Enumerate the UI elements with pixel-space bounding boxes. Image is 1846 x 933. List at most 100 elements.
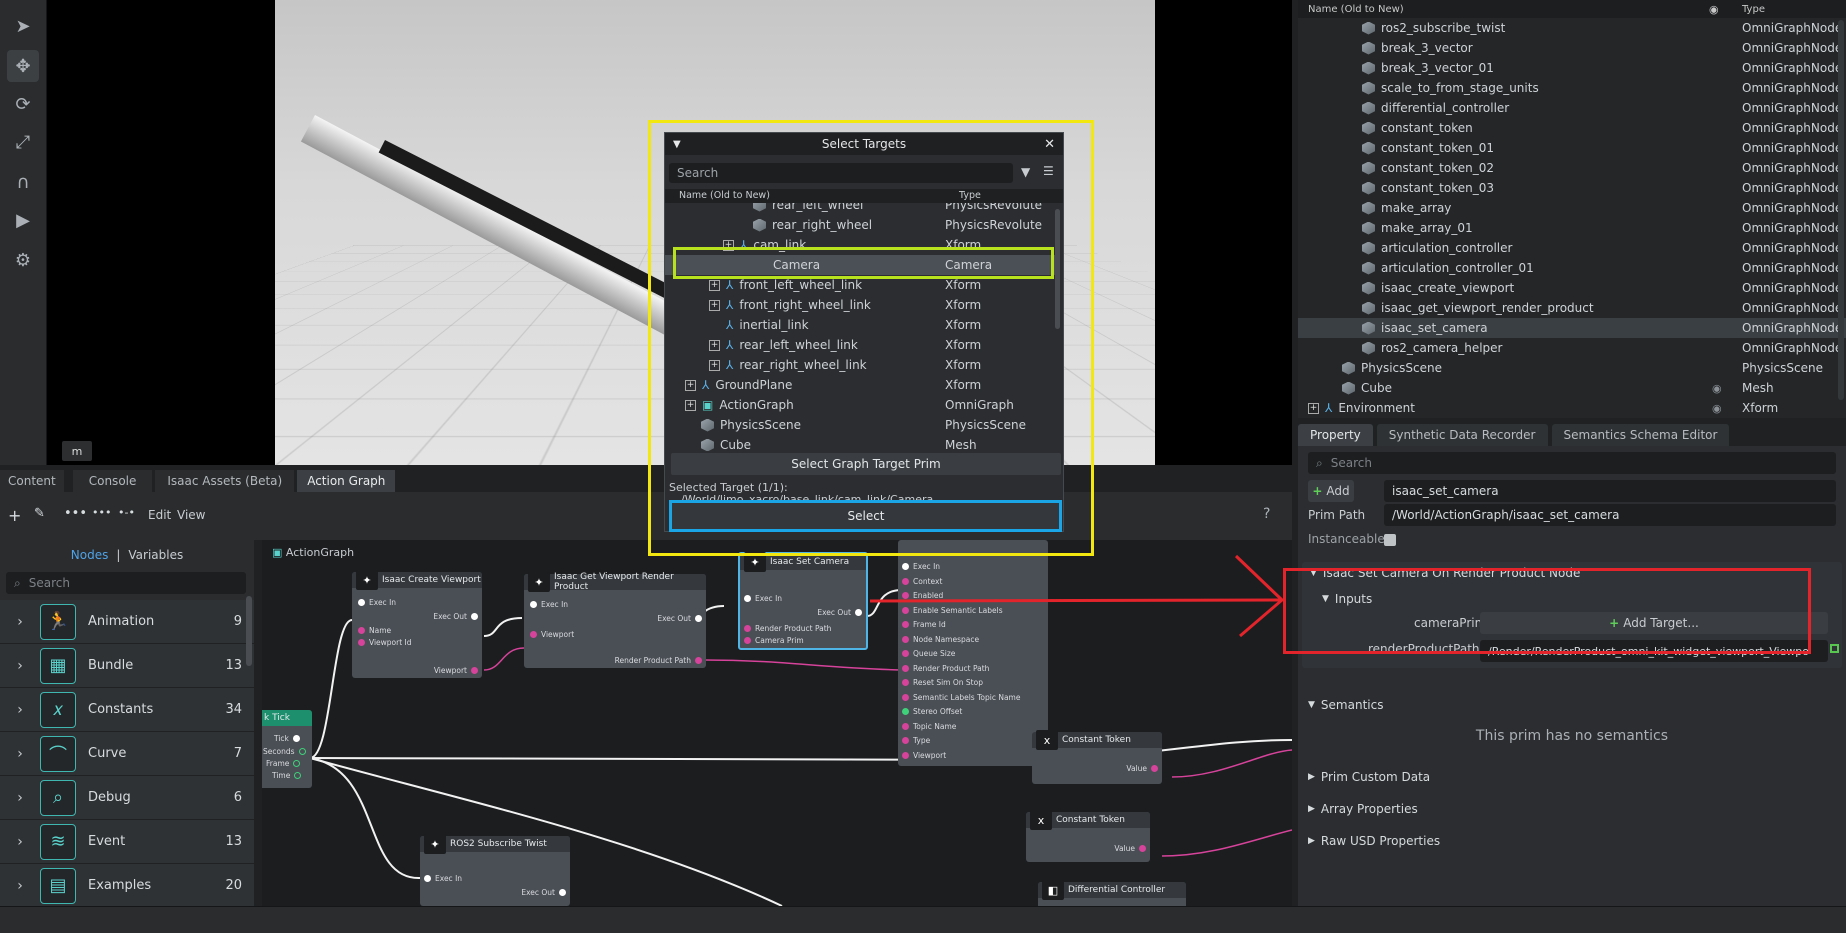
category-examples[interactable]: › ▤ Examples 20 <box>0 864 254 908</box>
connect-icon[interactable]: •-• <box>118 506 135 519</box>
expand-icon[interactable]: + <box>685 399 696 411</box>
tab-content[interactable]: Content <box>0 470 64 492</box>
play-icon[interactable]: ▶ <box>7 204 39 236</box>
stage-row[interactable]: isaac_get_viewport_render_product OmniGra… <box>1298 298 1846 318</box>
stage-row[interactable]: + ⅄ Environment ◉ Xform <box>1298 398 1846 418</box>
data-pin[interactable] <box>294 772 302 779</box>
data-pin[interactable] <box>358 627 365 634</box>
dialog-row[interactable]: + ⅄ front_left_wheel_link Xform <box>665 275 1055 295</box>
prim-name-field[interactable]: isaac_set_camera <box>1384 480 1836 502</box>
chevron-right-icon[interactable]: › <box>0 790 40 806</box>
isaac-get-viewport-render-product-node[interactable]: ✦ Isaac Get Viewport Render Product Exec … <box>524 572 706 668</box>
eye-icon[interactable]: ◉ <box>1712 402 1722 415</box>
render-product-field[interactable]: /Render/RenderProduct_omni_kit_widget_vi… <box>1480 640 1828 662</box>
options-icon[interactable]: ☰ <box>1043 164 1054 178</box>
help-icon[interactable]: ? <box>1263 506 1270 522</box>
chevron-right-icon[interactable]: › <box>0 702 40 718</box>
data-pin[interactable] <box>902 606 909 614</box>
exec-pin[interactable] <box>358 599 365 606</box>
property-search[interactable]: ⌕ Search <box>1308 452 1836 474</box>
stage-row[interactable]: constant_token_03 OmniGraphNode <box>1298 178 1846 198</box>
stage-header-name[interactable]: Name (Old to New) <box>1308 4 1404 15</box>
variables-tab[interactable]: Variables <box>128 548 183 562</box>
expand-icon[interactable]: + <box>709 339 720 351</box>
ros2-camera-helper-node[interactable]: Exec In Context Enabled Enable Semantic Lab… <box>898 540 1048 766</box>
settings-icon[interactable]: ⚙ <box>7 244 39 276</box>
dialog-row[interactable]: + ⅄ cam_link Xform <box>665 235 1055 255</box>
collapse-icon[interactable]: ▼ <box>673 139 681 150</box>
tab-synthetic-data-recorder[interactable]: Synthetic Data Recorder <box>1376 424 1548 446</box>
view-menu[interactable]: View <box>177 508 205 522</box>
stage-row[interactable]: differential_controller OmniGraphNode <box>1298 98 1846 118</box>
dialog-row[interactable]: rear_right_wheel PhysicsRevolute <box>665 215 1055 235</box>
stage-scrollbar[interactable] <box>1838 20 1844 400</box>
data-pin[interactable] <box>902 708 909 715</box>
node-section-header[interactable]: ▼ Isaac Set Camera On Render Product Node <box>1302 562 1842 584</box>
stage-row[interactable]: constant_token_02 OmniGraphNode <box>1298 158 1846 178</box>
prim-path-field[interactable]: /World/ActionGraph/isaac_set_camera <box>1384 504 1836 526</box>
stage-row[interactable]: break_3_vector OmniGraphNode <box>1298 38 1846 58</box>
node-list-scrollbar[interactable] <box>246 596 252 666</box>
chevron-right-icon[interactable]: › <box>0 746 40 762</box>
isaac-set-camera-node[interactable]: ✦ Isaac Set Camera Exec In Exec Out Rende… <box>738 552 868 650</box>
select-graph-target-button[interactable]: Select Graph Target Prim <box>671 453 1061 475</box>
category-constants[interactable]: › 𝑥 Constants 34 <box>0 688 254 732</box>
data-pin[interactable] <box>902 722 909 730</box>
dialog-row[interactable]: + ▣ ActionGraph OmniGraph <box>665 395 1055 415</box>
stage-row[interactable]: constant_token OmniGraphNode <box>1298 118 1846 138</box>
stage-header-type[interactable]: Type <box>1742 4 1765 15</box>
tab-property[interactable]: Property <box>1298 424 1373 446</box>
stage-row[interactable]: isaac_set_camera OmniGraphNode <box>1298 318 1846 338</box>
filter-icon[interactable]: ▼ <box>1021 165 1030 179</box>
add-target-button[interactable]: + Add Target... <box>1480 612 1828 634</box>
data-pin[interactable] <box>1151 765 1158 772</box>
chevron-right-icon[interactable]: › <box>0 878 40 894</box>
data-pin[interactable] <box>902 737 909 744</box>
differential-controller-node[interactable]: ◧ Differential Controller <box>1038 880 1186 906</box>
more-icon[interactable]: ••• <box>64 506 87 521</box>
exec-pin[interactable] <box>471 613 478 620</box>
dialog-row-camera[interactable]: Camera Camera <box>665 255 1055 275</box>
layout-icon[interactable]: ••• <box>92 506 111 519</box>
pencil-icon[interactable]: ✎ <box>34 506 45 521</box>
category-curve[interactable]: › ⌒ Curve 7 <box>0 732 254 776</box>
dialog-row[interactable]: rear_left_wheel PhysicsRevolute <box>665 203 1055 215</box>
stage-row[interactable]: scale_to_from_stage_units OmniGraphNode <box>1298 78 1846 98</box>
tab-semantics-schema-editor[interactable]: Semantics Schema Editor <box>1551 424 1730 446</box>
dialog-header-type[interactable]: Type <box>959 190 981 201</box>
data-pin[interactable] <box>902 693 909 701</box>
data-pin[interactable] <box>902 592 909 599</box>
data-pin[interactable] <box>530 631 537 638</box>
action-graph-canvas[interactable]: ▣ ActionGraph k Tick Tick a Seconds Fram… <box>262 540 1292 906</box>
data-pin[interactable] <box>902 635 909 643</box>
move-icon[interactable]: ✥ <box>7 50 39 82</box>
add-button[interactable]: + Add <box>1308 480 1354 502</box>
prim-custom-data-header[interactable]: ▶ Prim Custom Data <box>1308 766 1430 788</box>
close-icon[interactable]: ✕ <box>1044 137 1055 152</box>
expand-icon[interactable]: + <box>685 379 696 391</box>
constant-token-node[interactable]: x Constant Token Value <box>1032 730 1162 784</box>
data-pin[interactable] <box>695 657 702 664</box>
nodes-tab[interactable]: Nodes <box>71 548 109 562</box>
scale-icon[interactable]: ⤢ <box>7 126 39 158</box>
instanceable-checkbox[interactable] <box>1384 534 1396 546</box>
stage-row[interactable]: PhysicsScene PhysicsScene <box>1298 358 1846 378</box>
stage-row[interactable]: isaac_create_viewport OmniGraphNode <box>1298 278 1846 298</box>
data-pin[interactable] <box>902 577 909 585</box>
dialog-search[interactable]: Search <box>669 163 1013 183</box>
data-pin[interactable] <box>902 751 909 759</box>
array-properties-header[interactable]: ▶ Array Properties <box>1308 798 1418 820</box>
ros2-subscribe-twist-node[interactable]: ✦ ROS2 Subscribe Twist Exec In Exec Out <box>420 834 570 906</box>
dialog-row[interactable]: + ⅄ rear_left_wheel_link Xform <box>665 335 1055 355</box>
data-pin[interactable] <box>902 621 909 628</box>
data-pin[interactable] <box>744 637 751 644</box>
eye-icon[interactable]: ◉ <box>1712 382 1722 395</box>
tab-isaac-assets[interactable]: Isaac Assets (Beta) <box>155 470 295 492</box>
dialog-row[interactable]: PhysicsScene PhysicsScene <box>665 415 1055 435</box>
dialog-scrollbar[interactable] <box>1055 209 1060 329</box>
category-bundle[interactable]: › ▦ Bundle 13 <box>0 644 254 688</box>
expand-icon[interactable]: + <box>709 299 720 311</box>
constant-token-node-2[interactable]: x Constant Token Value <box>1026 810 1150 862</box>
exec-pin[interactable] <box>695 615 702 622</box>
tab-console[interactable]: Console <box>72 470 153 492</box>
